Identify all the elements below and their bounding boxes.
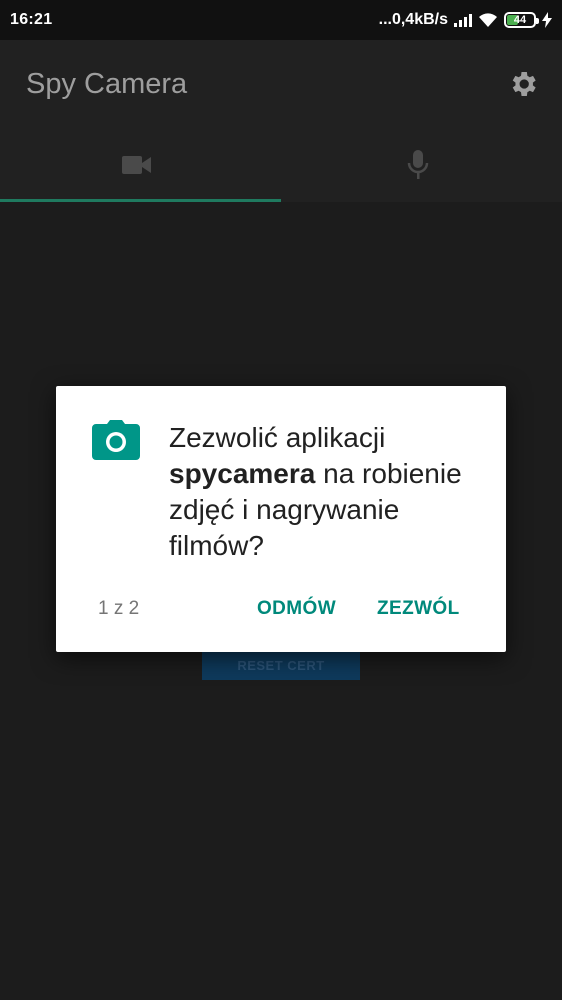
status-time: 16:21	[10, 11, 53, 28]
gear-icon	[512, 72, 536, 96]
status-bar: 16:21 ...0,4kB/s 44	[0, 0, 562, 40]
screen: 16:21 ...0,4kB/s 44 Spy Camera RESET CER…	[0, 0, 562, 1000]
allow-button[interactable]: ZEZWÓL	[377, 598, 460, 620]
signal-icon	[454, 13, 472, 27]
tab-video[interactable]	[0, 128, 281, 202]
app-bar: Spy Camera	[0, 40, 562, 128]
charging-icon	[542, 12, 552, 28]
battery-icon: 44	[504, 12, 539, 28]
tab-bar	[0, 128, 562, 202]
dialog-message: Zezwolić aplikacji spycamera na robienie…	[169, 420, 469, 564]
microphone-icon	[407, 150, 428, 179]
tab-audio[interactable]	[281, 128, 562, 202]
dialog-message-prefix: Zezwolić aplikacji	[169, 422, 386, 453]
dialog-app-name: spycamera	[169, 458, 316, 489]
camera-icon	[92, 420, 140, 460]
dialog-counter: 1 z 2	[98, 598, 140, 619]
permission-dialog: Zezwolić aplikacji spycamera na robienie…	[56, 386, 506, 652]
settings-button[interactable]	[506, 67, 540, 101]
status-indicators: ...0,4kB/s 44	[379, 11, 552, 29]
network-speed: ...0,4kB/s	[378, 11, 448, 28]
videocam-icon	[121, 156, 151, 174]
wifi-icon	[479, 13, 497, 27]
deny-button[interactable]: ODMÓW	[257, 598, 336, 620]
app-title: Spy Camera	[26, 67, 188, 100]
battery-level: 44	[513, 14, 527, 26]
reset-cert-button[interactable]: RESET CERT	[202, 650, 360, 680]
